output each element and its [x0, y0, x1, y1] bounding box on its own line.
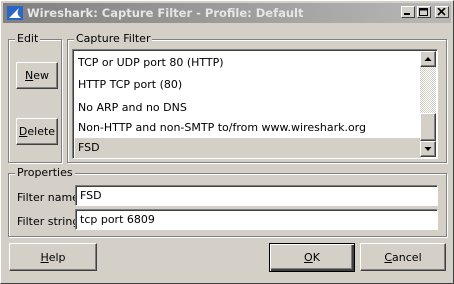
- delete-button[interactable]: Delete: [16, 118, 58, 145]
- maximize-button[interactable]: [417, 6, 431, 18]
- minimize-button[interactable]: [401, 6, 415, 18]
- help-button[interactable]: Help: [9, 243, 97, 271]
- help-button-label: elp: [48, 250, 66, 264]
- ok-button[interactable]: OK: [269, 243, 355, 272]
- filter-string-field[interactable]: tcp port 6809: [75, 209, 438, 230]
- filter-list-item[interactable]: No ARP and no DNS: [75, 98, 421, 118]
- filter-list-item-selected[interactable]: FSD: [75, 138, 421, 158]
- scroll-up-button[interactable]: [420, 51, 436, 67]
- minimize-icon: [404, 13, 410, 15]
- filter-list-item[interactable]: TCP or UDP port 80 (HTTP): [75, 53, 421, 73]
- close-icon: [437, 8, 446, 16]
- filter-list-item[interactable]: Non-HTTP and non-SMTP to/from www.wiresh…: [75, 118, 421, 138]
- filter-string-label: Filter string:: [17, 215, 84, 228]
- list-scrollbar[interactable]: [420, 51, 436, 157]
- edit-group-label: Edit: [15, 32, 41, 45]
- help-button-mnemonic: H: [40, 250, 49, 264]
- title-bar[interactable]: Wireshark: Capture Filter - Profile: Def…: [3, 3, 451, 23]
- cancel-button-mnemonic: C: [384, 250, 393, 264]
- delete-button-mnemonic: D: [18, 125, 28, 138]
- properties-group-label: Properties: [15, 166, 75, 179]
- new-button[interactable]: New: [16, 62, 58, 89]
- delete-button-label: elete: [27, 125, 56, 138]
- new-button-label: ew: [33, 69, 49, 82]
- capture-filter-group-label: Capture Filter: [74, 32, 153, 45]
- filter-name-label: Filter name:: [17, 191, 83, 204]
- filter-list-item[interactable]: HTTP TCP port (80): [75, 75, 421, 95]
- cancel-button[interactable]: Cancel: [360, 243, 446, 271]
- maximize-icon: [419, 8, 428, 16]
- close-button[interactable]: [435, 6, 449, 18]
- scroll-down-button[interactable]: [420, 141, 436, 157]
- arrow-down-icon: [424, 147, 432, 151]
- ok-button-mnemonic: O: [304, 251, 313, 264]
- arrow-up-icon: [424, 57, 432, 61]
- scroll-thumb[interactable]: [420, 113, 436, 141]
- wireshark-fin-icon: [7, 6, 23, 20]
- window-title: Wireshark: Capture Filter - Profile: Def…: [27, 6, 304, 20]
- cancel-button-label: ancel: [392, 250, 422, 264]
- capture-filter-list[interactable]: TCP or UDP port 80 (HTTP) HTTP TCP port …: [72, 49, 438, 159]
- filter-name-field[interactable]: FSD: [75, 185, 438, 206]
- capture-filter-dialog: Wireshark: Capture Filter - Profile: Def…: [0, 0, 454, 284]
- new-button-mnemonic: N: [25, 69, 34, 82]
- ok-button-label: K: [312, 251, 320, 264]
